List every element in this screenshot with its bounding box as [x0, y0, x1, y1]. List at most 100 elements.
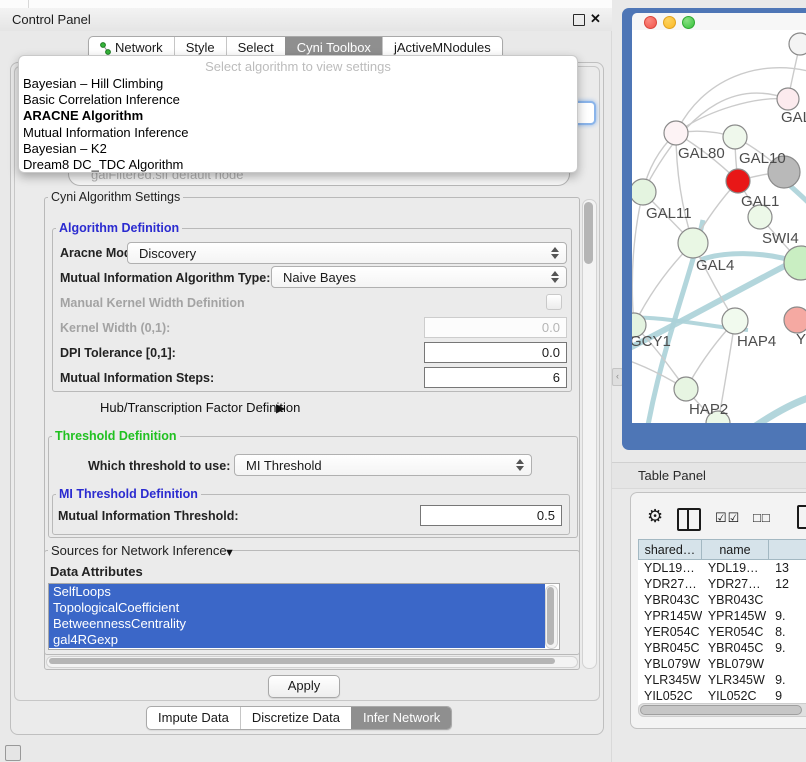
node-big-green[interactable]	[784, 246, 806, 280]
apply-button[interactable]: Apply	[268, 675, 340, 698]
manual-kernel-checkbox[interactable]	[546, 294, 562, 310]
table-cell	[769, 592, 806, 608]
table-row[interactable]: YDL19…YDL19…13	[638, 560, 806, 576]
new-table-icon[interactable]	[797, 505, 806, 529]
cyni-mode-tabbar: Impute DataDiscretize DataInfer Network	[146, 706, 452, 730]
network-window-titlebar	[632, 13, 806, 31]
table-cell: YIL052C	[638, 688, 702, 704]
table-row[interactable]: YLR345WYLR345W9.	[638, 672, 806, 688]
screen: Control Panel ✕ NetworkStyleSelectCyni T…	[0, 0, 806, 762]
combo-stepper-icon	[551, 271, 559, 283]
settings-scrollbar-thumb[interactable]	[584, 202, 593, 264]
settings-horizontal-scrollbar[interactable]	[46, 656, 578, 668]
minimize-window-icon[interactable]	[663, 16, 676, 29]
tab-impute-data[interactable]: Impute Data	[147, 707, 240, 729]
data-attribute-item[interactable]: gal4RGexp	[49, 632, 545, 648]
table-rows: YDL19…YDL19…13YDR27…YDR27…12YBR043CYBR04…	[638, 560, 806, 704]
dpi-tolerance-field[interactable]: 0.0	[424, 342, 567, 363]
data-attribute-item[interactable]: TopologicalCoefficient	[49, 600, 545, 616]
algorithm-option[interactable]: Basic Correlation Inference	[19, 92, 577, 108]
node-salmon[interactable]	[784, 307, 806, 333]
table-row[interactable]: YIL052CYIL052C9	[638, 688, 806, 704]
node-gal-clipped[interactable]	[777, 88, 799, 110]
table-hscrollbar-thumb[interactable]	[640, 705, 802, 715]
mi-type-value: Naive Bayes	[283, 270, 356, 285]
combo-stepper-icon	[516, 459, 524, 471]
network-canvas[interactable]: GALGAL80GAL10GAL1GAL11SWI4GAL4GCY1HAP4YH…	[632, 30, 806, 423]
restore-panel-icon[interactable]	[5, 745, 21, 761]
table-cell: 9.	[769, 608, 806, 624]
algorithm-dropdown-popup: Select algorithm to view settings Bayesi…	[18, 55, 578, 173]
float-panel-icon[interactable]	[573, 14, 585, 26]
hub-expand-arrow-icon[interactable]	[276, 399, 285, 417]
close-window-icon[interactable]	[644, 16, 657, 29]
table-cell: YBL079W	[638, 656, 702, 672]
mi-type-label: Mutual Information Algorithm Type:	[60, 271, 270, 285]
mi-steps-field[interactable]: 6	[424, 367, 567, 388]
table-row[interactable]: YBL079WYBL079W	[638, 656, 806, 672]
node-label: GAL80	[678, 145, 725, 162]
table-row[interactable]: YBR043CYBR043C	[638, 592, 806, 608]
node-HAP4[interactable]	[722, 308, 748, 334]
node-label: GAL11	[646, 205, 692, 222]
tab-infer-network[interactable]: Infer Network	[351, 707, 451, 729]
network-edge-thick[interactable]	[744, 396, 806, 423]
kernel-width-label: Kernel Width (0,1):	[60, 321, 170, 335]
table-cell: YLR345W	[638, 672, 702, 688]
settings-hscrollbar-thumb[interactable]	[49, 658, 555, 664]
table-cell: 9	[769, 688, 806, 704]
deselect-all-columns-icon[interactable]: □□	[753, 510, 771, 525]
column-header[interactable]: shared…	[638, 539, 702, 560]
cyni-algorithm-settings-title: Cyni Algorithm Settings	[48, 190, 183, 204]
mi-type-combo[interactable]: Naive Bayes	[271, 266, 567, 288]
node-label: GAL10	[739, 150, 786, 167]
algorithm-option[interactable]: Bayesian – Hill Climbing	[19, 76, 577, 92]
select-all-columns-icon[interactable]: ☑☑	[715, 510, 740, 526]
node-GAL10[interactable]	[723, 125, 747, 149]
node-GAL1[interactable]	[726, 169, 750, 193]
sources-group-title: Sources for Network Inference	[48, 543, 230, 558]
algorithm-option[interactable]: Bayesian – K2	[19, 141, 577, 157]
hub-section-label[interactable]: Hub/Transcription Factor Definition	[100, 400, 300, 415]
algorithm-definition-title: Algorithm Definition	[56, 221, 182, 235]
node-GAL80[interactable]	[664, 121, 688, 145]
data-attribute-item[interactable]: SelfLoops	[49, 584, 545, 600]
table-panel-title: Table Panel	[638, 468, 706, 483]
data-attribute-item[interactable]: BetweennessCentrality	[49, 616, 545, 632]
settings-vertical-scrollbar[interactable]	[582, 199, 597, 669]
column-header[interactable]: name	[702, 539, 769, 560]
split-view-icon[interactable]	[677, 508, 701, 531]
sources-collapse-arrow-icon[interactable]	[224, 543, 235, 561]
table-cell: YLR345W	[702, 672, 769, 688]
algorithm-option[interactable]: ARACNE Algorithm	[19, 108, 577, 124]
attributes-scrollbar-thumb[interactable]	[547, 587, 554, 645]
tab-discretize-data[interactable]: Discretize Data	[240, 707, 351, 729]
table-row[interactable]: YBR045CYBR045C9.	[638, 640, 806, 656]
algorithm-popup-list: Bayesian – Hill ClimbingBasic Correlatio…	[19, 76, 577, 173]
gear-icon[interactable]: ⚙	[647, 506, 663, 527]
table-row[interactable]: YPR145WYPR145W9.	[638, 608, 806, 624]
network-edge[interactable]	[643, 93, 788, 192]
algorithm-option[interactable]: Mutual Information Inference	[19, 125, 577, 141]
node-HAP2[interactable]	[674, 377, 698, 401]
aracne-mode-combo[interactable]: Discovery	[127, 242, 567, 264]
node-GAL11[interactable]	[632, 179, 656, 205]
which-threshold-combo[interactable]: MI Threshold	[234, 454, 532, 476]
column-header[interactable]	[769, 539, 806, 560]
attributes-vertical-scrollbar[interactable]	[545, 585, 558, 649]
network-edge[interactable]	[632, 192, 643, 325]
table-horizontal-scrollbar[interactable]	[638, 703, 806, 717]
network-view-window: GALGAL80GAL10GAL1GAL11SWI4GAL4GCY1HAP4YH…	[622, 8, 806, 450]
node-unlabeled-top[interactable]	[789, 33, 806, 55]
table-row[interactable]: YDR27…YDR27…12	[638, 576, 806, 592]
algorithm-option[interactable]: Dream8 DC_TDC Algorithm	[19, 157, 577, 173]
table-cell: YDR27…	[702, 576, 769, 592]
table-row[interactable]: YER054CYER054C8.	[638, 624, 806, 640]
table-cell: YBL079W	[702, 656, 769, 672]
data-attributes-list[interactable]: SelfLoopsTopologicalCoefficientBetweenne…	[48, 583, 560, 650]
close-panel-icon[interactable]: ✕	[590, 11, 601, 27]
zoom-window-icon[interactable]	[682, 16, 695, 29]
kernel-width-field[interactable]: 0.0	[424, 317, 567, 338]
mi-threshold-field[interactable]: 0.5	[420, 505, 562, 526]
node-GAL4[interactable]	[678, 228, 708, 258]
